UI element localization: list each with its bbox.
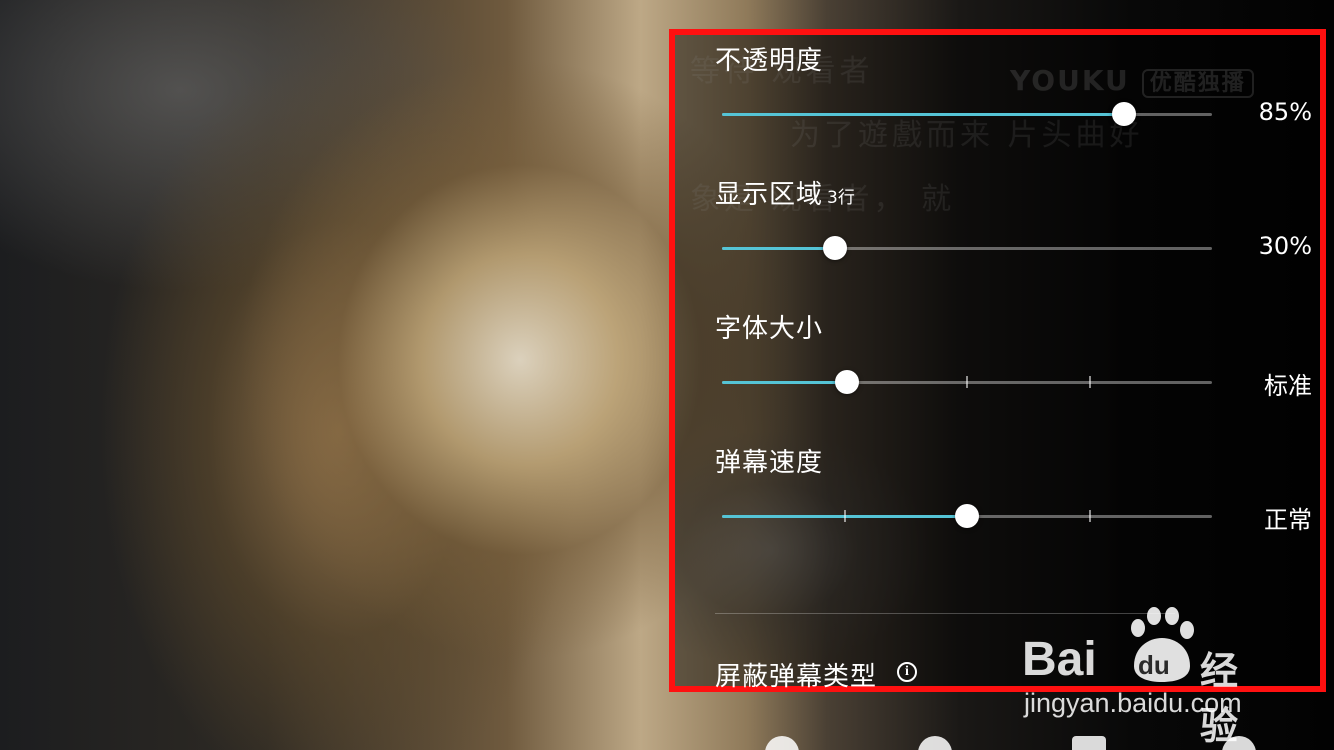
player-control-icon[interactable] <box>1072 736 1106 750</box>
player-control-icon[interactable] <box>918 736 952 750</box>
danmaku-settings-panel <box>669 29 1326 692</box>
slider-step-tick <box>1088 376 1091 388</box>
slider-fill <box>722 381 847 384</box>
info-icon[interactable]: i <box>897 662 917 682</box>
font-size-slider[interactable] <box>722 370 1212 394</box>
display-area-label-text: 显示区域 <box>715 180 824 210</box>
speed-slider[interactable] <box>722 504 1212 528</box>
player-control-icon[interactable] <box>765 736 799 750</box>
slider-knob[interactable] <box>1111 102 1136 126</box>
slider-fill <box>722 247 835 250</box>
block-types-label[interactable]: 屏蔽弹幕类型 <box>715 656 877 693</box>
baidu-bai-text: Bai <box>1022 633 1097 686</box>
slider-knob[interactable] <box>955 504 979 528</box>
speed-label: 弹幕速度 <box>715 448 824 478</box>
slider-knob[interactable] <box>822 236 847 260</box>
opacity-value: 85% <box>1258 98 1312 126</box>
display-area-value: 30% <box>1258 232 1312 260</box>
slider-knob[interactable] <box>834 370 859 394</box>
baidu-jingyan-logo: Bai du 经验 <box>1022 604 1267 748</box>
slider-step-tick <box>966 376 968 388</box>
slider-fill <box>722 113 1124 116</box>
display-area-label: 显示区域 3行 <box>715 174 855 211</box>
display-area-slider[interactable] <box>722 236 1212 260</box>
opacity-label: 不透明度 <box>715 46 824 76</box>
slider-step-tick <box>843 510 846 522</box>
video-player: 等待 观看者 为了遊戲而来 片头曲好 象是 观看者， 就 YOUKU 优酷独播 不… <box>0 0 1334 750</box>
speed-value: 正常 <box>1264 506 1312 534</box>
slider-step-tick <box>1088 510 1091 522</box>
display-area-rows: 3行 <box>827 188 855 208</box>
baidu-du-text: du <box>1138 650 1170 680</box>
font-size-label: 字体大小 <box>715 314 824 344</box>
font-size-value: 标准 <box>1264 372 1312 400</box>
opacity-slider[interactable] <box>722 102 1212 126</box>
baidu-jingyan-url: jingyan.baidu.com <box>1024 688 1242 718</box>
